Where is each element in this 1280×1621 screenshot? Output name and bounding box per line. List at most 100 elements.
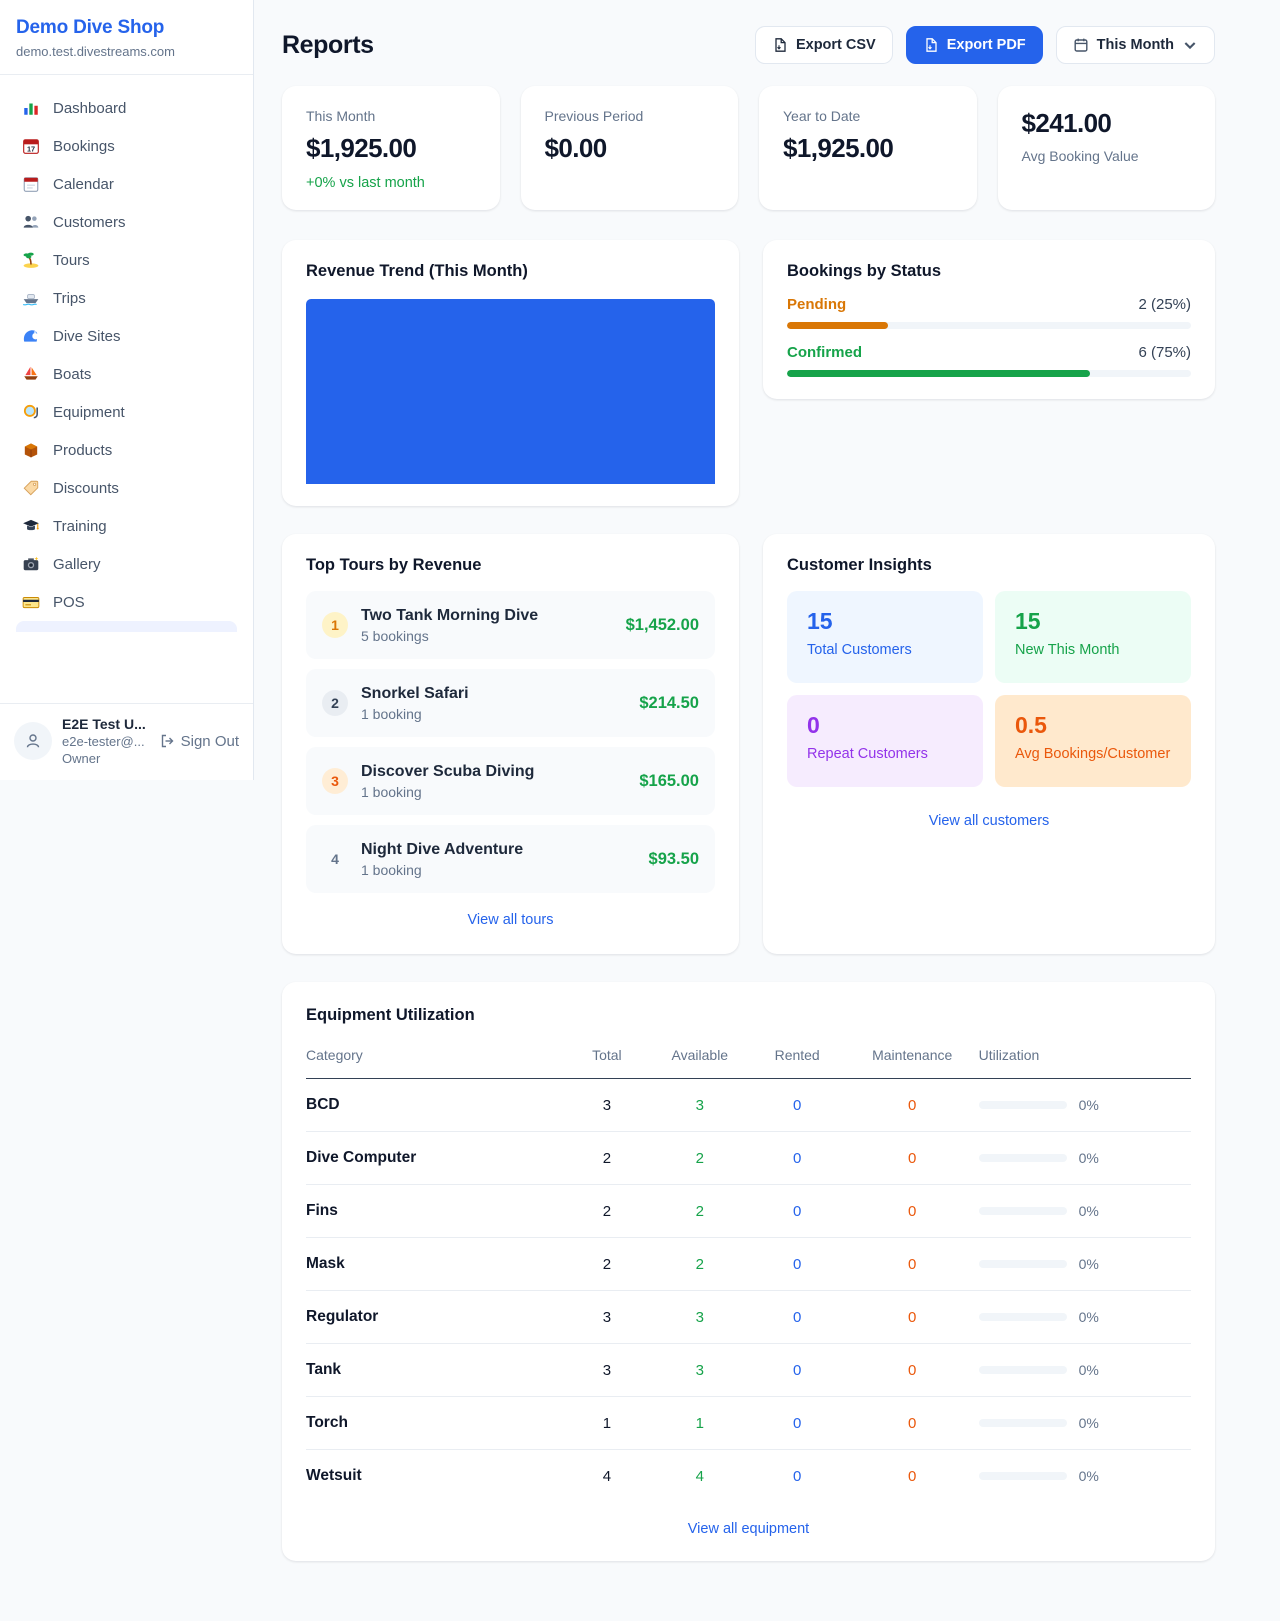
tour-bookings: 5 bookings [361, 628, 538, 644]
sidebar-item-tours[interactable]: Tours [8, 241, 245, 279]
col-header-utilization: Utilization [979, 1037, 1191, 1079]
brand-domain: demo.test.divestreams.com [16, 44, 237, 59]
col-header-available: Available [651, 1037, 748, 1079]
cell-rented: 0 [748, 1291, 845, 1344]
cell-available: 3 [651, 1079, 748, 1132]
equipment-utilization-card: Equipment Utilization Category Total Ava… [282, 982, 1215, 1561]
sidebar-nav: Dashboard 17 Bookings Calendar Customers… [0, 75, 253, 632]
sign-out-button[interactable]: Sign Out [159, 733, 239, 750]
sidebar-item-label: Customers [53, 214, 126, 231]
tile-value: 15 [807, 608, 963, 635]
tour-amount: $1,452.00 [626, 616, 699, 635]
cell-total: 2 [563, 1238, 652, 1291]
tour-amount: $93.50 [649, 850, 699, 869]
status-bar-track [787, 370, 1191, 377]
sidebar-item-active-partial[interactable] [16, 621, 237, 632]
cell-maintenance: 0 [846, 1079, 979, 1132]
main-content: Reports Export CSV Export PDF This Month… [254, 0, 1243, 1621]
sidebar-item-label: POS [53, 594, 85, 611]
equipment-mask-icon [22, 403, 40, 421]
tour-name: Night Dive Adventure [361, 841, 523, 859]
tour-row: 4 Night Dive Adventure 1 booking $93.50 [306, 825, 715, 893]
export-csv-label: Export CSV [796, 37, 876, 53]
tour-row: 3 Discover Scuba Diving 1 booking $165.0… [306, 747, 715, 815]
cell-maintenance: 0 [846, 1291, 979, 1344]
sidebar-item-training[interactable]: Training [8, 507, 245, 545]
cell-rented: 0 [748, 1079, 845, 1132]
view-all-equipment-link[interactable]: View all equipment [306, 1521, 1191, 1537]
table-row: Dive Computer 2 2 0 0 0% [306, 1132, 1191, 1185]
products-box-icon [22, 441, 40, 459]
utilization-bar [979, 1260, 1067, 1268]
charts-row: Revenue Trend (This Month) Bookings by S… [282, 240, 1215, 506]
col-header-category: Category [306, 1037, 563, 1079]
rank-badge: 3 [322, 768, 348, 794]
cell-utilization: 0% [979, 1291, 1191, 1344]
sidebar-item-dashboard[interactable]: Dashboard [8, 89, 245, 127]
sidebar-item-discounts[interactable]: Discounts [8, 469, 245, 507]
tour-name: Discover Scuba Diving [361, 763, 534, 781]
view-all-tours-link[interactable]: View all tours [306, 912, 715, 928]
stat-value: $241.00 [1022, 108, 1192, 139]
sidebar-item-bookings[interactable]: 17 Bookings [8, 127, 245, 165]
col-header-maintenance: Maintenance [846, 1037, 979, 1079]
sidebar-item-dive-sites[interactable]: Dive Sites [8, 317, 245, 355]
table-row: Torch 1 1 0 0 0% [306, 1397, 1191, 1450]
cell-rented: 0 [748, 1132, 845, 1185]
dive-sites-wave-icon [22, 327, 40, 345]
tour-bookings: 1 booking [361, 706, 469, 722]
cell-total: 3 [563, 1291, 652, 1344]
revenue-trend-title: Revenue Trend (This Month) [306, 262, 715, 281]
stat-card-this-month: This Month $1,925.00 +0% vs last month [282, 86, 500, 210]
revenue-trend-chart [306, 299, 715, 484]
user-meta: E2E Test U... e2e-tester@... Owner [62, 716, 146, 766]
view-all-customers-link[interactable]: View all customers [787, 813, 1191, 829]
top-tours-card: Top Tours by Revenue 1 Two Tank Morning … [282, 534, 739, 954]
sidebar-item-pos[interactable]: POS [8, 583, 245, 621]
sidebar-item-equipment[interactable]: Equipment [8, 393, 245, 431]
cell-category: Regulator [306, 1291, 563, 1344]
cell-total: 4 [563, 1450, 652, 1503]
export-pdf-label: Export PDF [947, 37, 1026, 53]
utilization-bar [979, 1419, 1067, 1427]
user-email: e2e-tester@... [62, 734, 146, 749]
page-title: Reports [282, 31, 374, 60]
bookings-calendar-icon: 17 [22, 137, 40, 155]
cell-utilization: 0% [979, 1344, 1191, 1397]
sidebar-item-trips[interactable]: Trips [8, 279, 245, 317]
sidebar-item-label: Boats [53, 366, 91, 383]
table-row: Fins 2 2 0 0 0% [306, 1185, 1191, 1238]
sidebar-item-customers[interactable]: Customers [8, 203, 245, 241]
cell-utilization: 0% [979, 1185, 1191, 1238]
tile-repeat-customers: 0 Repeat Customers [787, 695, 983, 787]
sidebar-item-calendar[interactable]: Calendar [8, 165, 245, 203]
calendar-icon [22, 175, 40, 193]
cell-total: 3 [563, 1344, 652, 1397]
export-csv-button[interactable]: Export CSV [755, 26, 893, 64]
training-cap-icon [22, 517, 40, 535]
period-dropdown[interactable]: This Month [1056, 26, 1215, 64]
cell-rented: 0 [748, 1344, 845, 1397]
brand-name: Demo Dive Shop [16, 17, 237, 39]
stats-grid: This Month $1,925.00 +0% vs last month P… [282, 86, 1215, 210]
sidebar-item-label: Products [53, 442, 112, 459]
sidebar-item-label: Trips [53, 290, 86, 307]
cell-available: 3 [651, 1291, 748, 1344]
trips-boat-icon [22, 289, 40, 307]
svg-text:17: 17 [27, 144, 35, 153]
sidebar-item-products[interactable]: Products [8, 431, 245, 469]
sidebar-item-label: Bookings [53, 138, 115, 155]
cell-utilization: 0% [979, 1238, 1191, 1291]
sidebar-item-gallery[interactable]: Gallery [8, 545, 245, 583]
export-pdf-button[interactable]: Export PDF [906, 26, 1043, 64]
cell-category: Dive Computer [306, 1132, 563, 1185]
utilization-bar [979, 1154, 1067, 1162]
cell-category: BCD [306, 1079, 563, 1132]
cell-utilization: 0% [979, 1450, 1191, 1503]
stat-delta: +0% vs last month [306, 175, 476, 191]
stat-label: Avg Booking Value [1022, 148, 1192, 164]
sidebar-item-boats[interactable]: Boats [8, 355, 245, 393]
cell-total: 3 [563, 1079, 652, 1132]
stat-card-year-to-date: Year to Date $1,925.00 [759, 86, 977, 210]
rank-badge: 4 [322, 846, 348, 872]
